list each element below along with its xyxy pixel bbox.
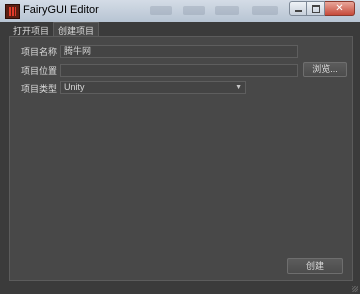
chevron-down-icon: ▼ xyxy=(235,84,242,91)
titlebar-blur xyxy=(252,6,278,15)
project-type-select[interactable]: Unity ▼ xyxy=(60,81,246,94)
window-title: FairyGUI Editor xyxy=(23,4,99,16)
app-window: FairyGUI Editor ✕ 打开项目 创建项目 项目名称 腾牛网 项目位… xyxy=(0,0,360,294)
project-name-label: 项目名称 xyxy=(21,47,58,57)
create-button[interactable]: 创建 xyxy=(287,258,343,274)
project-name-input[interactable]: 腾牛网 xyxy=(60,45,298,58)
create-project-panel: 项目名称 腾牛网 项目位置 浏览... 项目类型 Unity ▼ 创建 xyxy=(9,36,353,281)
resize-grip-icon[interactable] xyxy=(352,286,358,292)
titlebar-blur xyxy=(183,6,205,15)
maximize-button[interactable] xyxy=(307,1,325,16)
tab-create-project[interactable]: 创建项目 xyxy=(53,22,100,36)
window-controls: ✕ xyxy=(289,1,355,16)
titlebar-blur xyxy=(215,6,239,15)
minimize-icon xyxy=(294,10,302,12)
minimize-button[interactable] xyxy=(289,1,307,16)
fairygui-logo-icon xyxy=(5,4,20,19)
maximize-icon xyxy=(311,4,320,13)
close-button[interactable]: ✕ xyxy=(325,1,355,16)
titlebar-blur xyxy=(150,6,172,15)
project-type-label: 项目类型 xyxy=(21,84,58,94)
tab-open-project[interactable]: 打开项目 xyxy=(9,22,54,36)
browse-button[interactable]: 浏览... xyxy=(303,62,347,77)
close-icon: ✕ xyxy=(335,2,344,14)
project-location-label: 项目位置 xyxy=(21,66,58,76)
project-type-value: Unity xyxy=(64,82,85,92)
title-bar: FairyGUI Editor ✕ xyxy=(0,0,360,22)
tab-bar: 打开项目 创建项目 xyxy=(9,22,100,36)
project-location-input[interactable] xyxy=(60,64,298,77)
